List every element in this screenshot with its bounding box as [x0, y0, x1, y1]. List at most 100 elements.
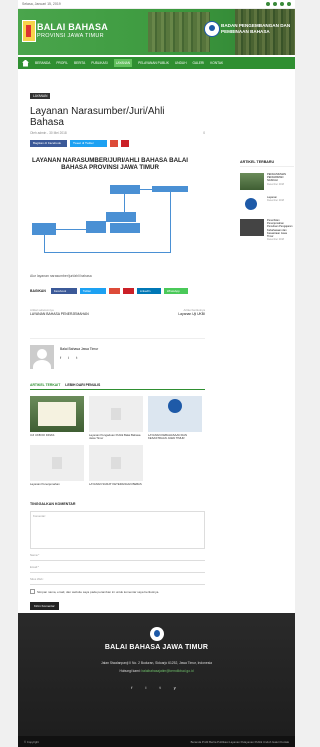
related-tabs: ARTIKEL TERKAIT LEBIH DARI PENULIS	[30, 383, 205, 390]
share-googleplus-button[interactable]	[108, 288, 120, 294]
site-title[interactable]: BALAI BAHASA	[37, 22, 108, 32]
author-name[interactable]: Balai Bahasa Jawa Timur	[60, 347, 98, 351]
share-twitter-button[interactable]: Twitter	[79, 288, 106, 294]
sidebar-item-date: Desember 2018	[267, 199, 285, 203]
article: LAYANAN Layanan Narasumber/Juri/Ahli Bah…	[30, 84, 230, 612]
footer-site-name: BALAI BAHASA JAWA TIMUR	[104, 644, 209, 651]
twitter-icon[interactable]	[280, 2, 284, 6]
sidebar-item[interactable]: PENGUMUMAN PENGIRIMAN NASKAH Desember 20…	[240, 173, 294, 190]
nav-item-beranda[interactable]: BERANDA	[35, 61, 50, 65]
related-thumbnail[interactable]	[89, 396, 143, 432]
sidebar-item[interactable]: Layanan Desember 2018	[240, 196, 294, 213]
sidebar-item-title[interactable]: Penerbitan Penerjemahan Penulisan Pengaj…	[267, 219, 294, 238]
header-bookshelf-image	[148, 12, 210, 52]
share-whatsapp-button[interactable]: WhatsApp	[163, 288, 188, 294]
facebook-icon[interactable]	[266, 2, 270, 6]
nav-item-pelayanan-publik[interactable]: PELAYANAN PUBLIK	[138, 61, 169, 65]
related-caption[interactable]: Layanan Penerjemahan	[30, 482, 84, 486]
image-caption: Alur layanan narasumber/juri/ahli bahasa	[30, 274, 92, 278]
share-pinterest-button[interactable]	[122, 288, 134, 294]
sidebar-heading: ARTIKEL TERBARU	[240, 160, 294, 167]
nav-item-berita[interactable]: BERITA	[74, 61, 85, 65]
nav-item-publikasi[interactable]: PUBLIKASI	[91, 61, 107, 65]
footer-logo-icon[interactable]	[150, 627, 164, 641]
bottom-links[interactable]: Beranda Profil Berita Publikasi Layanan …	[191, 740, 289, 744]
home-icon[interactable]	[22, 59, 29, 67]
article-meta: Oleh admin - 30 Mei 2018 0	[30, 131, 205, 135]
sidebar: ARTIKEL TERBARU PENGUMUMAN PENGIRIMAN NA…	[240, 160, 294, 241]
footer-contact: Hubungi kami: balaibahasajatim@kemdikbud…	[18, 669, 295, 673]
author-social-icons[interactable]: f i t	[60, 355, 98, 360]
name-field[interactable]: Nama:*	[30, 553, 205, 562]
footer-contact-label: Hubungi kami:	[119, 669, 141, 673]
related-item[interactable]: LAYANAN KEBAHASAAN DAN KESASTRAAN JAWA T…	[148, 396, 202, 441]
sidebar-item-title[interactable]: PENGUMUMAN PENGIRIMAN NASKAH	[267, 173, 294, 183]
article-title: Layanan Narasumber/Juri/Ahli Bahasa	[30, 106, 165, 128]
comment-textarea[interactable]: Komentar:	[30, 511, 205, 550]
related-item[interactable]: Layanan Penerjemahan	[30, 444, 84, 486]
related-caption[interactable]: UJI UKBI DI DINAS	[30, 433, 84, 437]
share-pinterest-button[interactable]	[121, 140, 129, 147]
main-nav: BERANDA PROFIL BERITA PUBLIKASI LAYANAN …	[18, 57, 295, 69]
next-title[interactable]: Layanan Uji UKBI	[178, 312, 205, 316]
remember-checkbox[interactable]	[30, 589, 35, 595]
next-post[interactable]: Artikel berikutnya Layanan Uji UKBI	[178, 308, 205, 316]
nav-item-kontak[interactable]: KONTAK	[210, 61, 223, 65]
nav-item-layanan[interactable]: LAYANAN	[113, 59, 133, 67]
sidebar-thumbnail[interactable]	[240, 196, 264, 213]
prev-post[interactable]: Artikel sebelumnya LAYANAN BAHASA PENERJ…	[30, 308, 89, 316]
related-grid: UJI UKBI DI DINAS Layanan Pengaduan Publ…	[30, 396, 205, 486]
date-label: Selasa, Januari 15, 2019	[22, 2, 61, 6]
youtube-icon[interactable]	[287, 2, 291, 6]
view-count: 0	[203, 131, 205, 135]
related-thumbnail[interactable]	[30, 396, 84, 432]
remember-row: Simpan nama, email, dan website saya pad…	[30, 589, 205, 595]
related-caption[interactable]: Layanan Pengaduan Publik Balai Bahasa Ja…	[89, 433, 143, 441]
category-badge[interactable]: LAYANAN	[30, 93, 51, 99]
related-articles: ARTIKEL TERKAIT LEBIH DARI PENULIS UJI U…	[30, 383, 205, 486]
top-social-icons	[266, 2, 291, 6]
tab-artikel-terkait[interactable]: ARTIKEL TERKAIT	[30, 383, 60, 387]
footer-email-link[interactable]: balaibahasajatim@kemdikbud.go.id	[141, 669, 193, 673]
related-thumbnail[interactable]	[89, 444, 143, 481]
submit-comment-button[interactable]: Kirim Komentar	[30, 602, 59, 611]
flow-box	[32, 223, 56, 235]
comment-heading: TINGGALKAN KOMENTAR	[30, 502, 76, 507]
related-item[interactable]: LAYANAN SURAT KETERANGAN BEBAS	[89, 444, 143, 486]
flowchart-image: LAYANAN NARASUMBER/JURI/AHLI BAHASA BALA…	[30, 157, 190, 262]
related-caption[interactable]: LAYANAN KEBAHASAAN DAN KESASTRAAN JAWA T…	[148, 433, 202, 441]
nav-item-unduh[interactable]: UNDUH	[175, 61, 187, 65]
share-facebook-button[interactable]: Bagikan di Facebook	[30, 140, 67, 147]
comment-placeholder: Komentar:	[33, 514, 46, 519]
site-logo-icon[interactable]	[22, 20, 36, 42]
footer-social-icons[interactable]: f i t y	[18, 685, 295, 690]
sidebar-item-date: Desember 2018	[267, 238, 285, 242]
nav-item-galeri[interactable]: GALERI	[193, 61, 205, 65]
sidebar-item[interactable]: Penerbitan Penerjemahan Penulisan Pengaj…	[240, 219, 294, 241]
flow-line	[44, 235, 45, 252]
flow-box	[110, 185, 140, 194]
related-thumbnail[interactable]	[148, 396, 202, 432]
related-caption[interactable]: LAYANAN SURAT KETERANGAN BEBAS	[89, 482, 143, 486]
flow-line	[56, 229, 86, 230]
related-item[interactable]: Layanan Pengaduan Publik Balai Bahasa Ja…	[89, 396, 143, 441]
tab-lebih-dari-penulis[interactable]: LEBIH DARI PENULIS	[65, 383, 100, 387]
author-box: Balai Bahasa Jawa Timur f i t	[30, 338, 205, 369]
instagram-icon[interactable]	[273, 2, 277, 6]
email-field[interactable]: Email:*	[30, 565, 205, 574]
copyright-text: © Copyright	[24, 739, 39, 744]
share-twitter-button[interactable]: Tweet di Twitter	[70, 140, 107, 147]
flow-box	[110, 223, 140, 233]
nav-item-profil[interactable]: PROFIL	[56, 61, 68, 65]
share-facebook-button[interactable]: Facebook	[50, 288, 77, 294]
flow-box	[106, 212, 136, 222]
related-item[interactable]: UJI UKBI DI DINAS	[30, 396, 84, 441]
share-googleplus-button[interactable]	[110, 140, 118, 147]
sidebar-thumbnail[interactable]	[240, 173, 264, 190]
page: Selasa, Januari 15, 2019 BALAI BAHASA PR…	[18, 0, 295, 747]
sidebar-thumbnail[interactable]	[240, 219, 264, 236]
share-linkedin-button[interactable]: LinkedIn	[136, 288, 161, 294]
related-thumbnail[interactable]	[30, 444, 84, 481]
website-field[interactable]: Situs Web:	[30, 577, 205, 586]
prev-title[interactable]: LAYANAN BAHASA PENERJEMAHAN	[30, 312, 89, 316]
